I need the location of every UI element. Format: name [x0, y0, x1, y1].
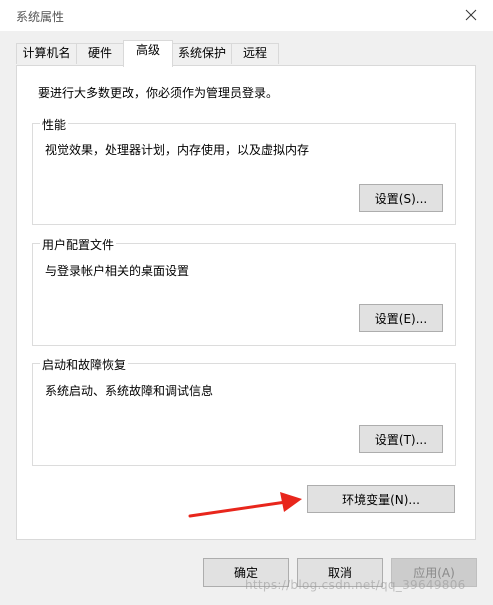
tab-remote[interactable]: 远程 [231, 43, 279, 64]
performance-group-title: 性能 [40, 116, 69, 133]
performance-group: 性能 视觉效果，处理器计划，内存使用，以及虚拟内存 设置(S)... [32, 116, 456, 225]
environment-variables-button[interactable]: 环境变量(N)... [307, 485, 455, 513]
startup-recovery-description: 系统启动、系统故障和调试信息 [45, 384, 214, 398]
performance-settings-button[interactable]: 设置(S)... [359, 184, 443, 212]
performance-description: 视觉效果，处理器计划，内存使用，以及虚拟内存 [45, 143, 310, 157]
tab-hardware[interactable]: 硬件 [76, 43, 124, 64]
window-title: 系统属性 [16, 10, 65, 24]
tab-computer-name[interactable]: 计算机名 [16, 43, 77, 64]
startup-recovery-group-title: 启动和故障恢复 [40, 356, 129, 373]
title-bar: 系统属性 [0, 0, 493, 31]
system-properties-window: 系统属性 计算机名 硬件 高级 系统保护 远程 要进行大多数更改，你必须作为管理… [0, 0, 493, 605]
tab-advanced[interactable]: 高级 [123, 40, 173, 67]
tab-system-protection[interactable]: 系统保护 [172, 43, 232, 64]
user-profiles-group: 用户配置文件 与登录帐户相关的桌面设置 设置(E)... [32, 236, 456, 346]
admin-notice: 要进行大多数更改，你必须作为管理员登录。 [38, 86, 279, 100]
advanced-tab-panel: 要进行大多数更改，你必须作为管理员登录。 性能 视觉效果，处理器计划，内存使用，… [16, 65, 476, 540]
startup-recovery-settings-button[interactable]: 设置(T)... [359, 425, 443, 453]
close-icon [465, 9, 477, 21]
watermark: https://blog.csdn.net/qq_39649806 [245, 578, 466, 592]
user-profiles-group-title: 用户配置文件 [40, 236, 117, 253]
user-profiles-settings-button[interactable]: 设置(E)... [359, 304, 443, 332]
startup-recovery-group: 启动和故障恢复 系统启动、系统故障和调试信息 设置(T)... [32, 356, 456, 466]
user-profiles-description: 与登录帐户相关的桌面设置 [45, 264, 190, 278]
close-button[interactable] [459, 4, 483, 26]
